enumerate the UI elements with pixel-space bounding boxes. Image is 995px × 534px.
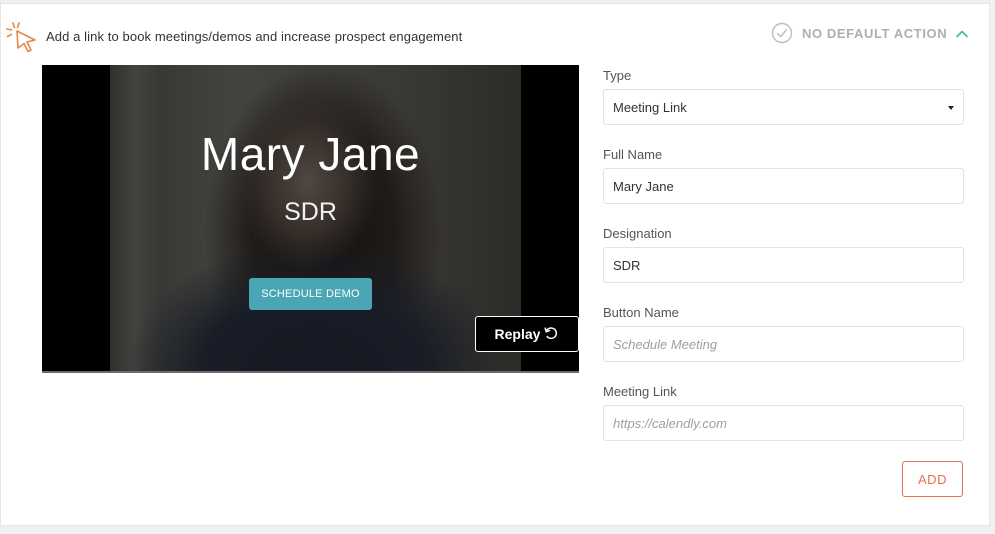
- meeting-link-field[interactable]: https://calendly.com: [603, 405, 964, 441]
- add-button[interactable]: ADD: [902, 461, 963, 497]
- status-text: NO DEFAULT ACTION: [802, 25, 948, 41]
- button-name-field[interactable]: Schedule Meeting: [603, 326, 964, 362]
- pointer-click-icon: [5, 20, 39, 54]
- meeting-link-label: Meeting Link: [603, 384, 677, 399]
- default-action-status: NO DEFAULT ACTION: [771, 22, 947, 44]
- button-name-label: Button Name: [603, 305, 679, 320]
- schedule-demo-button[interactable]: SCHEDULE DEMO: [249, 278, 372, 310]
- check-circle-icon: [771, 22, 793, 44]
- type-label: Type: [603, 68, 632, 83]
- preview-name: Mary Jane: [200, 128, 421, 180]
- replay-button[interactable]: Replay: [475, 316, 579, 352]
- type-select[interactable]: Meeting Link: [603, 89, 964, 125]
- replay-icon: [540, 325, 559, 344]
- replay-label: Replay: [494, 326, 541, 342]
- section-title: Add a link to book meetings/demos and in…: [46, 29, 463, 44]
- type-select-value: Meeting Link: [613, 99, 687, 115]
- caret-down-icon: [948, 106, 954, 110]
- chevron-up-icon[interactable]: [954, 26, 970, 42]
- designation-label: Designation: [603, 226, 672, 241]
- preview-title: SDR: [284, 198, 337, 226]
- video-preview[interactable]: Mary Jane SDR SCHEDULE DEMO Replay: [42, 65, 579, 373]
- designation-field[interactable]: SDR: [603, 247, 964, 283]
- full-name-label: Full Name: [603, 147, 663, 162]
- full-name-field[interactable]: Mary Jane: [603, 168, 964, 204]
